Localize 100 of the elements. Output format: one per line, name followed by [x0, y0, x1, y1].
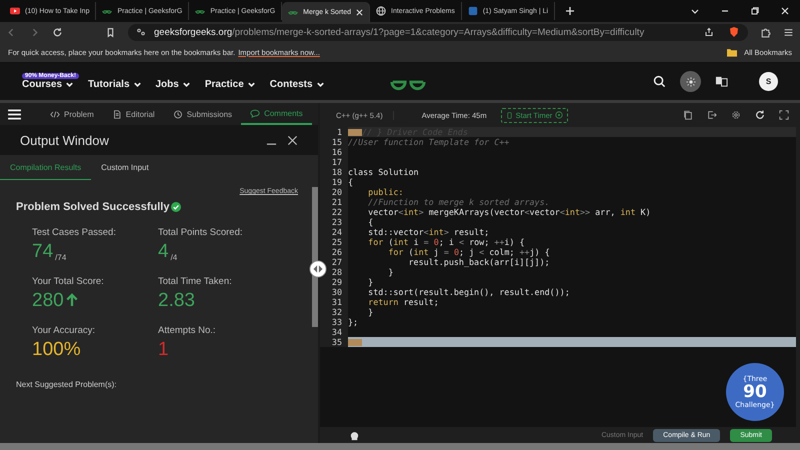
code-line: class Solution: [348, 167, 419, 177]
line-number: 20: [320, 187, 348, 197]
line-number: 35: [320, 337, 348, 347]
code-line: for (int j = 0; j < colm; ++j) {: [387, 247, 550, 257]
code-line: public:: [367, 187, 404, 197]
globe-icon: [376, 6, 386, 16]
play-icon: [10, 6, 20, 16]
section-heading: Next Suggested Problem(s):: [16, 380, 118, 389]
menu-icon[interactable]: [8, 108, 21, 120]
stat-value: 4: [158, 242, 169, 262]
line-number: 29: [320, 277, 348, 287]
stat-value: 280: [32, 291, 64, 311]
line-number: 15: [320, 137, 348, 147]
settings-icon[interactable]: [731, 110, 741, 120]
line-number: 31: [320, 297, 348, 307]
collapse-handle-icon[interactable]: [309, 260, 327, 278]
code-line: std::sort(result.begin(), result.end());: [367, 287, 570, 297]
reload-icon[interactable]: [52, 26, 63, 38]
output-tab[interactable]: Custom Input: [91, 155, 159, 180]
search-icon[interactable]: [653, 75, 666, 88]
chat-bubble-icon: [250, 108, 260, 118]
stat-value: 74: [32, 242, 54, 262]
stat-label: Your Total Score:: [32, 276, 105, 287]
line-number: 34: [320, 327, 348, 337]
line-number: 30: [320, 287, 348, 297]
code-line: {: [367, 217, 374, 227]
code-line: {: [348, 177, 354, 187]
code-line: }: [367, 277, 374, 287]
horizontal-scrollbar[interactable]: [0, 443, 800, 450]
fullscreen-icon[interactable]: [779, 110, 789, 120]
problem-tab[interactable]: Submissions: [164, 103, 242, 125]
nav-menu[interactable]: Jobs: [156, 79, 191, 90]
stat-total: /74: [55, 253, 66, 262]
nav-menu[interactable]: Tutorials: [88, 79, 142, 90]
stat-value: 1: [158, 340, 169, 360]
reset-icon[interactable]: [755, 110, 765, 120]
output-tab[interactable]: Compilation Results: [0, 155, 92, 180]
close-icon[interactable]: [287, 134, 298, 146]
code-line: }: [367, 307, 374, 317]
line-number: 19: [320, 177, 348, 187]
nav-menu[interactable]: Courses: [22, 79, 74, 90]
site-settings-icon[interactable]: [136, 27, 146, 37]
phone-icon: [506, 112, 513, 118]
stat-label: Attempts No.:: [158, 325, 217, 336]
code-line: };: [348, 317, 358, 327]
panel-title: Output Window: [20, 132, 109, 148]
chevron-down-icon[interactable]: [65, 80, 74, 89]
chevron-down-icon[interactable]: [132, 80, 142, 89]
code-line: result.push_back(arr[i][j]);: [408, 257, 550, 267]
puzzle-icon[interactable]: [760, 26, 771, 38]
line-number: 26: [320, 247, 348, 257]
restore-icon[interactable]: [750, 6, 760, 16]
chevron-down-icon[interactable]: [246, 80, 256, 89]
copy-icon[interactable]: [683, 110, 693, 120]
chevron-down-icon[interactable]: [316, 80, 325, 89]
line-number: 16: [320, 147, 348, 157]
address-bar[interactable]: geeksforgeeks.org/problems/merge-k-sorted-arrays/1?page=1&category=Arrays&difficulty=Medium&sortBy=difficulty: [128, 24, 748, 40]
stat-value: 2.83: [158, 291, 195, 311]
line-number: 22: [320, 207, 348, 217]
stat-label: Total Time Taken:: [158, 276, 233, 287]
problem-tab[interactable]: Problem: [41, 103, 103, 125]
fold-marker-icon[interactable]: [348, 128, 362, 136]
code-line: vector<int> mergeKArrays(vector<vector<int>> arr, int K): [367, 207, 651, 217]
close-icon[interactable]: [780, 6, 790, 16]
menu-icon[interactable]: [783, 26, 794, 38]
problem-tab[interactable]: Editorial: [102, 103, 164, 125]
new-tab-icon[interactable]: [565, 6, 576, 16]
code-line: //User function Template for C++: [348, 137, 510, 147]
code-line: return result;: [367, 297, 439, 307]
bookmark-icon[interactable]: [105, 26, 116, 38]
theme-toggle[interactable]: [680, 71, 701, 92]
stat-total: /4: [170, 253, 178, 262]
nav-menu[interactable]: Contests: [270, 79, 325, 90]
line-number: 17: [320, 157, 348, 167]
translate-icon[interactable]: [715, 75, 728, 88]
user-avatar[interactable]: S: [759, 72, 778, 91]
fold-marker-icon[interactable]: [348, 338, 362, 346]
sun-icon[interactable]: [686, 76, 696, 86]
share-icon[interactable]: [704, 27, 714, 37]
line-number: 23: [320, 217, 348, 227]
document-icon: [112, 110, 122, 118]
target-icon: [555, 111, 564, 119]
lightbulb-icon[interactable]: [348, 430, 361, 440]
close-icon[interactable]: [356, 8, 364, 16]
export-icon[interactable]: [707, 110, 717, 120]
chevron-down-icon[interactable]: [182, 80, 191, 89]
shield-icon[interactable]: [728, 26, 740, 38]
clock-icon: [172, 110, 183, 118]
stat-label: Your Accuracy:: [32, 325, 96, 336]
folder-icon: [727, 48, 738, 56]
code-line: //Function to merge k sorted arrays.: [367, 197, 550, 207]
line-number: 32: [320, 307, 348, 317]
check-circle-icon: [171, 202, 182, 212]
stat-label: Test Cases Passed:: [32, 227, 117, 238]
stat-label: Total Points Scored:: [158, 227, 244, 238]
line-number: 18: [320, 167, 348, 177]
code-line: std::vector<int> result;: [367, 227, 490, 237]
nav-menu[interactable]: Practice: [204, 79, 256, 90]
line-number: 24: [320, 227, 348, 237]
status-message: Problem Solved Successfully: [16, 201, 170, 213]
